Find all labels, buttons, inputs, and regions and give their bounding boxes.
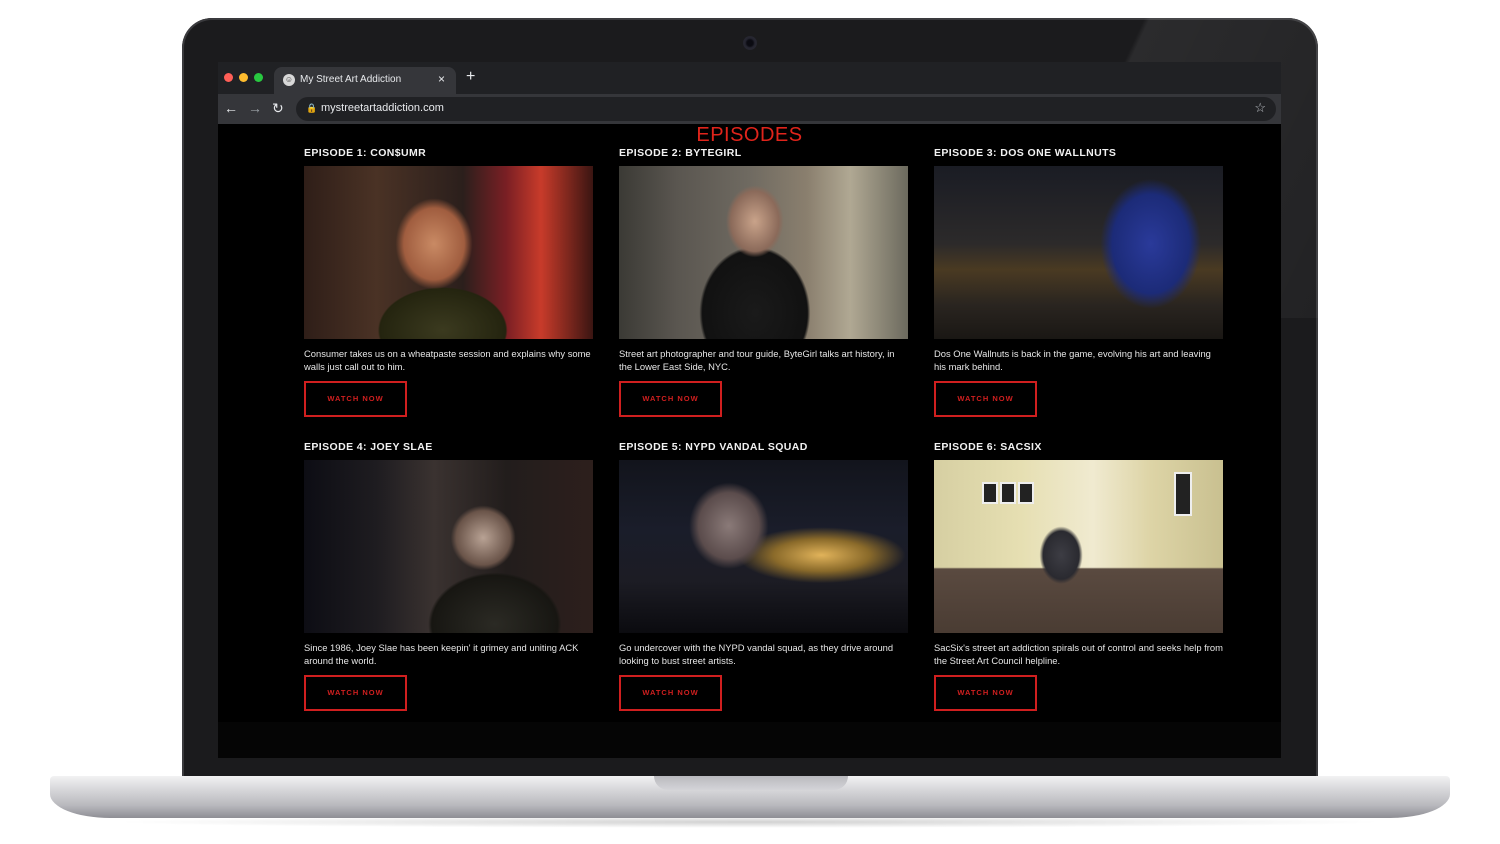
episode-thumbnail[interactable] — [619, 166, 908, 339]
watch-now-button[interactable]: WATCH NOW — [934, 381, 1037, 417]
episode-thumbnail[interactable] — [619, 460, 908, 633]
episode-thumbnail[interactable] — [304, 460, 593, 633]
close-tab-icon[interactable]: × — [438, 72, 445, 86]
episode-title: EPISODE 2: BYTEGIRL — [619, 147, 742, 159]
episode-title: EPISODE 4: JOEY SLAE — [304, 441, 433, 453]
episode-card: EPISODE 6: SACSIX SacSix's street art ad… — [934, 440, 1224, 711]
episode-card: EPISODE 5: NYPD VANDAL SQUAD Go undercov… — [619, 440, 909, 711]
episode-card: EPISODE 3: DOS ONE WALLNUTS Dos One Wall… — [934, 146, 1224, 417]
webcam-icon — [745, 38, 755, 48]
episode-description: Dos One Wallnuts is back in the game, ev… — [934, 348, 1211, 372]
episode-card: EPISODE 4: JOEY SLAE Since 1986, Joey Sl… — [304, 440, 594, 711]
address-bar[interactable]: 🔒 mystreetartaddiction.com ☆ — [296, 97, 1276, 121]
episode-title: EPISODE 1: CON$UMR — [304, 147, 427, 159]
episode-title: EPISODE 5: NYPD VANDAL SQUAD — [619, 441, 808, 453]
watch-now-button[interactable]: WATCH NOW — [619, 675, 722, 711]
episode-description: Since 1986, Joey Slae has been keepin' i… — [304, 642, 579, 666]
episode-description: Consumer takes us on a wheatpaste sessio… — [304, 348, 591, 372]
screen-bezel-bottom — [218, 722, 1281, 758]
maximize-window-button[interactable] — [254, 73, 263, 82]
episode-card: EPISODE 1: CON$UMR Consumer takes us on … — [304, 146, 594, 417]
star-icon[interactable]: ☆ — [1254, 100, 1266, 116]
favicon-icon: ☺ — [283, 74, 295, 86]
url-text[interactable]: mystreetartaddiction.com — [321, 102, 444, 114]
episode-description: Go undercover with the NYPD vandal squad… — [619, 642, 894, 666]
browser-tab[interactable]: ☺ My Street Art Addiction × — [274, 67, 456, 94]
episode-title: EPISODE 3: DOS ONE WALLNUTS — [934, 147, 1117, 159]
watch-now-button[interactable]: WATCH NOW — [934, 675, 1037, 711]
lock-icon: 🔒 — [306, 103, 318, 113]
browser-toolbar: ← → ↻ 🔒 mystreetartaddiction.com ☆ — [218, 94, 1281, 124]
episode-thumbnail[interactable] — [934, 460, 1223, 633]
episode-title: EPISODE 6: SACSIX — [934, 441, 1042, 453]
episode-thumbnail[interactable] — [304, 166, 593, 339]
episode-thumbnail[interactable] — [934, 166, 1223, 339]
watch-now-button[interactable]: WATCH NOW — [304, 381, 407, 417]
browser-tab-bar: ☺ My Street Art Addiction × + — [218, 62, 1281, 94]
wall-frame — [1000, 482, 1016, 504]
back-arrow-icon[interactable]: ← — [224, 100, 238, 116]
close-window-button[interactable] — [224, 73, 233, 82]
wall-frame — [1174, 472, 1192, 516]
page-title: EPISODES — [696, 124, 803, 146]
reload-icon[interactable]: ↻ — [272, 100, 284, 117]
episode-card: EPISODE 2: BYTEGIRL Street art photograp… — [619, 146, 909, 417]
wall-frame — [982, 482, 998, 504]
watch-now-button[interactable]: WATCH NOW — [619, 381, 722, 417]
new-tab-button[interactable]: + — [466, 68, 475, 86]
forward-arrow-icon[interactable]: → — [248, 100, 262, 116]
laptop-notch — [654, 776, 848, 790]
laptop-screen: ☺ My Street Art Addiction × + ← → ↻ 🔒 my… — [218, 62, 1281, 722]
wall-frame — [1018, 482, 1034, 504]
watch-now-button[interactable]: WATCH NOW — [304, 675, 407, 711]
page-content: EPISODES EPISODE 1: CON$UMR Consumer tak… — [218, 124, 1281, 722]
minimize-window-button[interactable] — [239, 73, 248, 82]
episode-description: SacSix's street art addiction spirals ou… — [934, 642, 1223, 666]
tab-title: My Street Art Addiction — [300, 74, 402, 85]
episode-description: Street art photographer and tour guide, … — [619, 348, 895, 372]
